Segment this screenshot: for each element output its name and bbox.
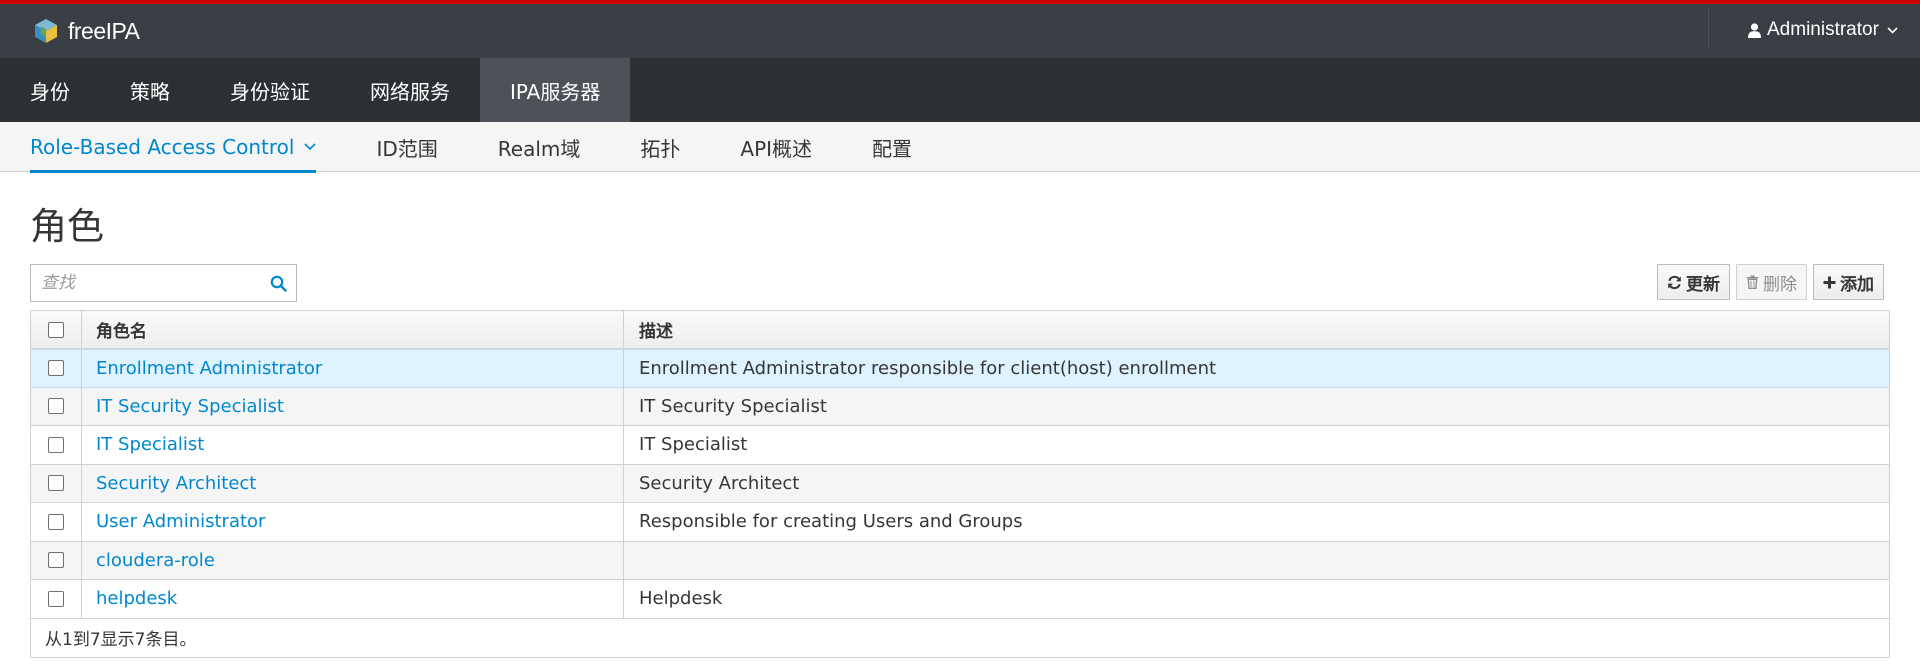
refresh-icon — [1668, 275, 1681, 289]
add-button[interactable]: 添加 — [1813, 264, 1884, 300]
role-link[interactable]: Enrollment Administrator — [96, 358, 322, 379]
role-link[interactable]: User Administrator — [96, 511, 265, 532]
column-header-description[interactable]: 描述 — [624, 311, 1889, 348]
tab-rbac-label: Role-Based Access Control — [30, 135, 295, 159]
brand-name: freeIPA — [68, 17, 140, 44]
chevron-down-icon — [1887, 26, 1898, 34]
select-all-checkbox[interactable] — [48, 321, 64, 338]
search-input[interactable] — [31, 265, 260, 301]
row-check-cell — [31, 503, 82, 541]
search-icon — [270, 275, 287, 292]
table-toolbar: 更新 删除 添加 — [1657, 264, 1884, 300]
search-box — [30, 264, 297, 302]
row-check-cell — [31, 580, 82, 618]
row-check-cell — [31, 464, 82, 502]
add-button-label: 添加 — [1840, 274, 1874, 295]
role-name-cell: cloudera-role — [82, 541, 624, 579]
row-checkbox[interactable] — [48, 360, 64, 377]
row-checkbox[interactable] — [48, 436, 64, 453]
tab-configuration[interactable]: 配置 — [872, 122, 912, 172]
secondary-nav: Role-Based Access Control ID范围 Realm域 拓扑… — [0, 122, 1920, 173]
row-check-cell — [31, 426, 82, 464]
primary-nav: 身份 策略 身份验证 网络服务 IPA服务器 — [0, 58, 1920, 122]
role-name-cell: Security Architect — [82, 464, 624, 502]
row-checkbox[interactable] — [48, 398, 64, 415]
user-menu[interactable]: Administrator — [1748, 16, 1904, 44]
table-row[interactable]: Enrollment Administrator Enrollment Admi… — [31, 349, 1889, 388]
table-row[interactable]: cloudera-role — [31, 541, 1889, 580]
role-link[interactable]: IT Security Specialist — [96, 396, 284, 417]
role-name-cell: IT Specialist — [82, 426, 624, 464]
row-checkbox[interactable] — [48, 475, 64, 492]
tab-api-browser[interactable]: API概述 — [740, 122, 812, 172]
row-check-cell — [31, 350, 82, 387]
role-link[interactable]: cloudera-role — [96, 550, 215, 571]
role-name-cell: helpdesk — [82, 580, 624, 618]
role-link[interactable]: helpdesk — [96, 588, 177, 609]
primary-nav-ipa-server[interactable]: IPA服务器 — [480, 58, 631, 122]
plus-icon — [1823, 276, 1836, 288]
user-icon — [1748, 22, 1761, 38]
primary-nav-authentication[interactable]: 身份验证 — [200, 58, 340, 122]
tab-rbac[interactable]: Role-Based Access Control — [30, 122, 317, 173]
table-footer-summary: 从1到7显示7条目。 — [31, 618, 1889, 657]
role-description — [624, 542, 1889, 580]
brand[interactable]: freeIPA — [32, 16, 140, 46]
table-row[interactable]: IT Security Specialist IT Security Speci… — [31, 387, 1889, 426]
row-check-cell — [31, 387, 82, 425]
role-description: Responsible for creating Users and Group… — [639, 511, 1023, 533]
role-description: IT Security Specialist — [639, 395, 827, 417]
table-row[interactable]: User Administrator Responsible for creat… — [31, 503, 1889, 542]
role-name-cell: User Administrator — [82, 503, 624, 541]
row-checkbox[interactable] — [48, 590, 64, 607]
role-link[interactable]: Security Architect — [96, 473, 256, 494]
freeipa-logo-icon — [35, 19, 57, 43]
table-row[interactable]: Security Architect Security Architect — [31, 464, 1889, 503]
tab-id-ranges[interactable]: ID范围 — [376, 122, 437, 172]
role-link[interactable]: IT Specialist — [96, 434, 204, 455]
select-all-cell — [31, 311, 82, 348]
column-header-role-name[interactable]: 角色名 — [82, 311, 624, 348]
masthead: freeIPA Administrator — [0, 4, 1920, 58]
tab-realm-domains[interactable]: Realm域 — [498, 122, 581, 172]
search-button[interactable] — [260, 265, 296, 301]
role-name-cell: Enrollment Administrator — [82, 350, 624, 387]
delete-button-label: 删除 — [1763, 274, 1797, 295]
chevron-down-icon — [304, 143, 317, 151]
primary-nav-network-services[interactable]: 网络服务 — [340, 58, 480, 122]
table-row[interactable]: IT Specialist IT Specialist — [31, 426, 1889, 465]
primary-nav-identity[interactable]: 身份 — [0, 58, 100, 122]
role-description: IT Specialist — [639, 434, 748, 456]
trash-icon — [1747, 275, 1758, 289]
delete-button[interactable]: 删除 — [1736, 264, 1807, 300]
role-description: Security Architect — [639, 472, 800, 494]
row-checkbox[interactable] — [48, 552, 64, 569]
role-description: Helpdesk — [639, 588, 723, 610]
row-checkbox[interactable] — [48, 513, 64, 530]
tab-topology[interactable]: 拓扑 — [640, 122, 680, 172]
masthead-divider — [1708, 8, 1709, 48]
table-row[interactable]: helpdesk Helpdesk — [31, 580, 1889, 619]
primary-nav-policy[interactable]: 策略 — [100, 58, 200, 122]
refresh-button[interactable]: 更新 — [1657, 264, 1730, 300]
table-header: 角色名 描述 — [31, 311, 1889, 349]
user-menu-label: Administrator — [1767, 19, 1879, 40]
roles-table: 角色名 描述 Enrollment Administrator Enrollme… — [30, 310, 1890, 658]
page-title: 角色 — [30, 205, 104, 248]
role-name-cell: IT Security Specialist — [82, 387, 624, 425]
refresh-button-label: 更新 — [1686, 274, 1720, 295]
role-description: Enrollment Administrator responsible for… — [639, 357, 1217, 379]
row-check-cell — [31, 541, 82, 579]
